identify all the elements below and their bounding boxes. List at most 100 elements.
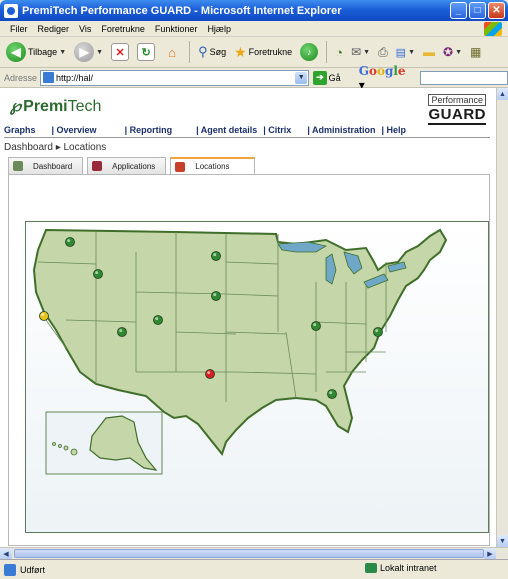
menu-item-help[interactable]: Hjælp [207,24,231,34]
chevron-down-icon[interactable]: ▼ [295,71,308,84]
marker-highlight [95,271,99,275]
forward-button[interactable]: ▶ ▼ [72,40,105,64]
location-marker-ok[interactable] [65,237,75,247]
security-zone-label: Lokalt intranet [380,563,437,573]
us-locations-map[interactable] [25,221,489,533]
menu-item-file[interactable]: Filer [10,24,28,34]
location-marker-ok[interactable] [373,327,383,337]
browser-toolbar: ◀ Tilbage ▼ ▶ ▼ ✕ ↻ ⌂ ⚲ Søg ★ Foretrukne… [0,37,508,68]
search-button[interactable]: ⚲ Søg [196,40,228,64]
address-input[interactable]: http://hal/ ▼ [40,69,310,86]
history-icon: ◔ [335,44,344,60]
nav-divider [4,137,490,138]
premitech-logo[interactable]: ℘ PremiTech [10,96,101,116]
toolbar-separator [189,41,191,63]
menu-item-view[interactable]: Vis [79,24,91,34]
folder-button[interactable]: ▬ [421,40,437,64]
back-arrow-icon: ◀ [6,42,26,62]
location-marker-critical[interactable] [205,369,215,379]
messenger-button[interactable]: ✪ ▼ [441,40,464,64]
status-text: Udført [20,564,46,575]
google-search-input[interactable] [419,70,508,85]
research-icon: ▦ [470,45,482,59]
vertical-scrollbar[interactable]: ▲ ▼ [496,88,508,547]
location-marker-ok[interactable] [153,315,163,325]
tab-applications[interactable]: Applications [87,157,167,174]
marker-highlight [119,329,123,333]
scroll-right-icon[interactable]: ▶ [484,548,496,559]
location-marker-ok[interactable] [117,327,127,337]
mail-icon: ✉ [351,45,362,59]
chevron-down-icon: ▼ [363,48,371,56]
history-button[interactable]: ◔ [333,40,345,64]
tab-applications-label: Applications [112,161,156,171]
window-controls: _ □ ✕ [450,2,505,19]
maximize-button[interactable]: □ [469,2,486,19]
stop-icon: ✕ [111,43,130,61]
horizontal-scrollbar[interactable]: ◀ ▶ [0,547,508,559]
marker-highlight [207,371,211,375]
address-bar: Adresse http://hal/ ▼ ➔ Gå Google ▾ [0,64,508,92]
breadcrumb: Dashboard ▸ Locations [4,142,107,153]
print-button[interactable]: ⎙ [376,40,390,64]
scroll-up-icon[interactable]: ▲ [497,88,508,100]
menu-item-edit[interactable]: Rediger [38,24,70,34]
favorites-button-label: Foretrukne [248,47,293,57]
security-zone: Lokalt intranet [365,563,437,573]
location-marker-ok[interactable] [93,269,103,279]
scroll-down-icon[interactable]: ▼ [497,535,508,547]
tab-locations-label: Locations [195,162,230,171]
refresh-button[interactable]: ↻ [135,40,157,64]
location-marker-ok[interactable] [327,389,337,399]
edit-button[interactable]: ▤ ▼ [394,40,417,64]
tab-locations[interactable]: Locations [170,157,255,174]
windows-logo-icon [484,22,502,36]
nav-citrix[interactable]: | Citrix [263,125,307,135]
menu-item-favorites[interactable]: Foretrukne [101,24,145,34]
nav-graphs[interactable]: Graphs [4,125,52,135]
nav-help[interactable]: | Help [382,125,413,135]
go-button-label[interactable]: Gå [329,73,341,83]
search-icon: ⚲ [198,44,208,59]
stop-button[interactable]: ✕ [109,40,131,64]
menu-item-tools[interactable]: Funktioner [155,24,198,34]
marker-highlight [41,313,45,317]
address-value: http://hal/ [56,72,94,83]
tab-strip: Dashboard Applications Locations [8,157,255,174]
back-button[interactable]: ◀ Tilbage ▼ [4,40,68,64]
nav-agent-details[interactable]: | Agent details [196,125,263,135]
ie-app-icon [4,3,18,18]
horizontal-scroll-thumb[interactable] [14,549,484,558]
location-marker-ok[interactable] [211,291,221,301]
minimize-button[interactable]: _ [450,2,467,19]
window-titlebar: PremiTech Performance GUARD - Microsoft … [0,0,508,21]
premitech-swirl-icon: ℘ [10,98,22,115]
logo-text-light: Tech [67,98,102,115]
search-button-label: Søg [209,47,227,57]
research-button[interactable]: ▦ [468,40,483,64]
app-header: ℘ PremiTech Performance GUARD Graphs | Ov… [0,88,496,138]
tab-dashboard[interactable]: Dashboard [8,157,84,174]
status-bar: Udført Lokalt intranet [0,559,508,579]
window-title: PremiTech Performance GUARD - Microsoft … [22,4,342,17]
folder-icon: ▬ [423,45,436,59]
home-icon: ⌂ [168,44,176,60]
brand-bottom-text: GUARD [428,106,486,125]
location-marker-ok[interactable] [211,251,221,261]
dashboard-icon [13,161,23,171]
us-map-svg [32,228,448,475]
mail-button[interactable]: ✉ ▼ [349,40,372,64]
close-button[interactable]: ✕ [488,2,505,19]
media-button[interactable]: ♪ [298,40,320,64]
go-arrow-icon[interactable]: ➔ [313,70,327,85]
nav-administration[interactable]: | Administration [307,125,381,135]
nav-overview[interactable]: | Overview [52,125,125,135]
menu-bar: Filer Rediger Vis Foretrukne Funktioner … [0,21,508,37]
favorites-button[interactable]: ★ Foretrukne [232,40,294,64]
logo-text-bold: Premi [23,98,68,115]
nav-reporting[interactable]: | Reporting [125,125,197,135]
location-marker-ok[interactable] [311,321,321,331]
home-button[interactable]: ⌂ [161,40,183,64]
location-marker-warning[interactable] [39,311,49,321]
scroll-left-icon[interactable]: ◀ [0,548,12,559]
